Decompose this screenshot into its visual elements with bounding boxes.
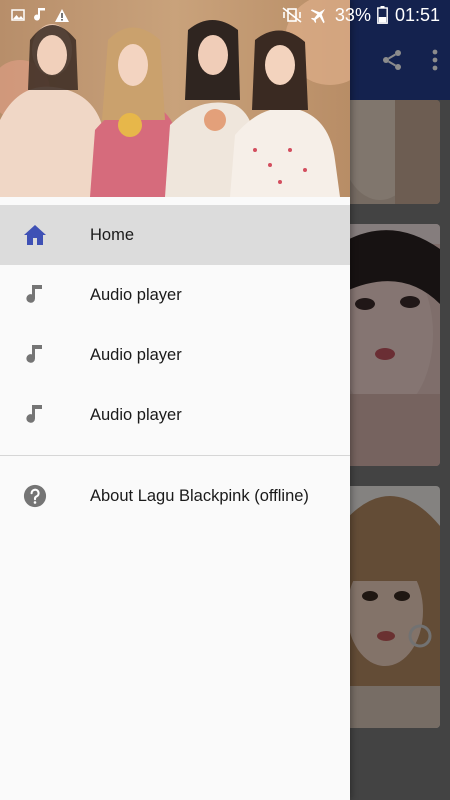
menu-item-label: About Lagu Blackpink (offline) [90, 486, 309, 505]
music-note-icon [23, 283, 47, 307]
music-note-icon [23, 403, 47, 427]
battery-icon [377, 6, 389, 24]
menu-item-audio-player-2[interactable]: Audio player [0, 325, 350, 385]
home-icon [23, 223, 47, 247]
menu-item-label: Audio player [90, 285, 182, 304]
menu-item-home[interactable]: Home [0, 205, 350, 265]
menu-item-label: Home [90, 225, 135, 244]
music-note-icon [23, 343, 47, 367]
image-icon [10, 7, 26, 23]
menu-item-audio-player-3[interactable]: Audio player [0, 385, 350, 445]
status-left [10, 7, 70, 23]
help-icon [23, 484, 47, 508]
status-bar: 33% 01:51 [0, 0, 450, 30]
menu-item-audio-player-1[interactable]: Audio player [0, 265, 350, 325]
navigation-drawer: Home Audio player Audio player Audio pla… [0, 0, 350, 800]
menu-item-label: Audio player [90, 345, 182, 364]
drawer-menu: Home Audio player Audio player Audio pla… [0, 197, 350, 526]
status-right: 33% 01:51 [281, 5, 440, 26]
menu-divider [0, 455, 350, 456]
airplane-icon [309, 7, 329, 24]
music-note-icon [32, 7, 48, 23]
menu-item-label: Audio player [90, 405, 182, 424]
menu-item-about[interactable]: About Lagu Blackpink (offline) [0, 466, 350, 526]
mute-vibrate-icon [281, 7, 303, 23]
warning-icon [54, 7, 70, 23]
screen: 33% 01:51 Home Audio player Audio player… [0, 0, 450, 800]
clock: 01:51 [394, 4, 440, 25]
battery-percent: 33% [334, 4, 371, 25]
